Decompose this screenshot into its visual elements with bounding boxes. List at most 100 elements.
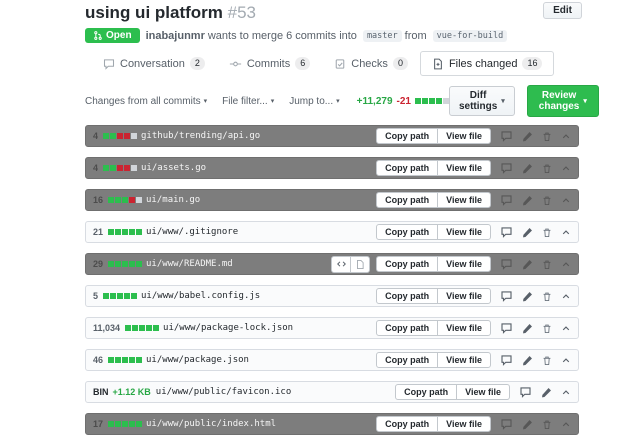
file-diff-icon bbox=[432, 58, 444, 70]
pencil-icon[interactable] bbox=[522, 259, 533, 270]
tab-commits[interactable]: Commits 6 bbox=[217, 51, 322, 76]
chevron-up-icon[interactable] bbox=[561, 292, 571, 301]
chevron-up-icon[interactable] bbox=[561, 356, 571, 365]
view-file-button[interactable]: View file bbox=[437, 256, 491, 272]
view-file-button[interactable]: View file bbox=[437, 352, 491, 368]
comment-icon[interactable] bbox=[500, 418, 513, 430]
copy-path-button[interactable]: Copy path bbox=[395, 384, 458, 400]
comment-icon[interactable] bbox=[500, 258, 513, 270]
copy-path-button[interactable]: Copy path bbox=[376, 352, 439, 368]
copy-path-button[interactable]: Copy path bbox=[376, 256, 439, 272]
comment-icon[interactable] bbox=[500, 290, 513, 302]
copy-path-button[interactable]: Copy path bbox=[376, 288, 439, 304]
view-file-button[interactable]: View file bbox=[437, 416, 491, 432]
file-path-link[interactable]: ui/www/.gitignore bbox=[146, 227, 238, 237]
jump-to-dropdown[interactable]: Jump to... ▾ bbox=[289, 96, 339, 107]
git-commit-icon bbox=[229, 58, 242, 70]
chevron-up-icon[interactable] bbox=[561, 324, 571, 333]
view-file-button[interactable]: View file bbox=[437, 128, 491, 144]
diffstat-blocks bbox=[103, 293, 138, 299]
trash-icon[interactable] bbox=[542, 323, 552, 334]
edit-button[interactable]: Edit bbox=[543, 2, 582, 19]
tab-conversation[interactable]: Conversation 2 bbox=[91, 51, 217, 76]
file-filter-dropdown[interactable]: File filter... ▾ bbox=[222, 96, 274, 107]
tab-files-changed[interactable]: Files changed 16 bbox=[419, 51, 555, 76]
copy-path-button[interactable]: Copy path bbox=[376, 192, 439, 208]
pencil-icon[interactable] bbox=[522, 291, 533, 302]
view-file-button[interactable]: View file bbox=[437, 320, 491, 336]
trash-icon[interactable] bbox=[542, 259, 552, 270]
chevron-up-icon[interactable] bbox=[561, 228, 571, 237]
rendered-view-icon[interactable] bbox=[350, 255, 371, 273]
comment-icon[interactable] bbox=[500, 130, 513, 142]
copy-path-button[interactable]: Copy path bbox=[376, 160, 439, 176]
view-file-button[interactable]: View file bbox=[437, 160, 491, 176]
copy-path-button[interactable]: Copy path bbox=[376, 320, 439, 336]
file-filter-label: File filter... bbox=[222, 95, 268, 107]
chevron-up-icon[interactable] bbox=[561, 132, 571, 141]
comment-icon[interactable] bbox=[500, 354, 513, 366]
tab-checks[interactable]: Checks 0 bbox=[322, 51, 420, 76]
view-file-button[interactable]: View file bbox=[456, 384, 510, 400]
tab-conversation-count: 2 bbox=[189, 57, 205, 70]
pencil-icon[interactable] bbox=[522, 195, 533, 206]
diffstat-blocks bbox=[125, 325, 160, 331]
tab-conversation-label: Conversation bbox=[120, 57, 185, 70]
file-path-link[interactable]: ui/www/babel.config.js bbox=[141, 291, 260, 301]
copy-path-button[interactable]: Copy path bbox=[376, 416, 439, 432]
comment-icon[interactable] bbox=[519, 386, 532, 398]
file-path-link[interactable]: ui/www/public/favicon.ico bbox=[156, 387, 291, 397]
file-path-link[interactable]: ui/assets.go bbox=[141, 163, 206, 173]
file-path-link[interactable]: ui/www/public/index.html bbox=[146, 419, 276, 429]
trash-icon[interactable] bbox=[542, 419, 552, 430]
pr-author[interactable]: inabajunmr bbox=[146, 30, 205, 42]
comment-icon[interactable] bbox=[500, 322, 513, 334]
pencil-icon[interactable] bbox=[541, 387, 552, 398]
from-text: from bbox=[404, 29, 427, 42]
chevron-up-icon[interactable] bbox=[561, 388, 571, 397]
file-path-link[interactable]: ui/main.go bbox=[146, 195, 200, 205]
tab-files-changed-count: 16 bbox=[522, 57, 543, 70]
file-path-link[interactable]: ui/www/package-lock.json bbox=[163, 323, 293, 333]
trash-icon[interactable] bbox=[542, 291, 552, 302]
pencil-icon[interactable] bbox=[522, 355, 533, 366]
file-path-link[interactable]: ui/www/README.md bbox=[146, 259, 233, 269]
file-list: 4 github/trending/api.go Copy path View f… bbox=[85, 125, 579, 435]
comment-icon[interactable] bbox=[500, 194, 513, 206]
status-badge: Open bbox=[85, 28, 140, 43]
merge-text-pre: wants to merge bbox=[207, 29, 284, 42]
chevron-up-icon[interactable] bbox=[561, 164, 571, 173]
pencil-icon[interactable] bbox=[522, 163, 533, 174]
trash-icon[interactable] bbox=[542, 195, 552, 206]
comment-icon[interactable] bbox=[500, 162, 513, 174]
view-file-button[interactable]: View file bbox=[437, 288, 491, 304]
file-row: 4 ui/assets.go Copy path View file bbox=[85, 157, 579, 179]
chevron-up-icon[interactable] bbox=[561, 260, 571, 269]
copy-path-button[interactable]: Copy path bbox=[376, 224, 439, 240]
copy-path-button[interactable]: Copy path bbox=[376, 128, 439, 144]
changes-dropdown[interactable]: Changes from all commits ▾ bbox=[85, 96, 207, 107]
comment-icon[interactable] bbox=[500, 226, 513, 238]
head-branch-label[interactable]: vue-for-build bbox=[432, 29, 508, 42]
file-path-link[interactable]: github/trending/api.go bbox=[141, 131, 260, 141]
pencil-icon[interactable] bbox=[522, 419, 533, 430]
base-branch-label[interactable]: master bbox=[362, 29, 402, 42]
chevron-up-icon[interactable] bbox=[561, 196, 571, 205]
trash-icon[interactable] bbox=[542, 131, 552, 142]
diffstat-blocks bbox=[108, 197, 143, 203]
diff-settings-button[interactable]: Diff settings ▾ bbox=[448, 86, 515, 116]
source-view-icon[interactable] bbox=[331, 255, 352, 273]
trash-icon[interactable] bbox=[542, 355, 552, 366]
pencil-icon[interactable] bbox=[522, 227, 533, 238]
chevron-up-icon[interactable] bbox=[561, 420, 571, 429]
review-changes-label: Review changes bbox=[538, 90, 580, 112]
trash-icon[interactable] bbox=[542, 227, 552, 238]
review-changes-button[interactable]: Review changes ▾ bbox=[526, 85, 599, 117]
pencil-icon[interactable] bbox=[522, 131, 533, 142]
view-file-button[interactable]: View file bbox=[437, 192, 491, 208]
view-file-button[interactable]: View file bbox=[437, 224, 491, 240]
trash-icon[interactable] bbox=[542, 163, 552, 174]
pr-page: using ui platform #53 Edit Open inabajun… bbox=[85, 0, 599, 445]
pencil-icon[interactable] bbox=[522, 323, 533, 334]
file-path-link[interactable]: ui/www/package.json bbox=[146, 355, 249, 365]
